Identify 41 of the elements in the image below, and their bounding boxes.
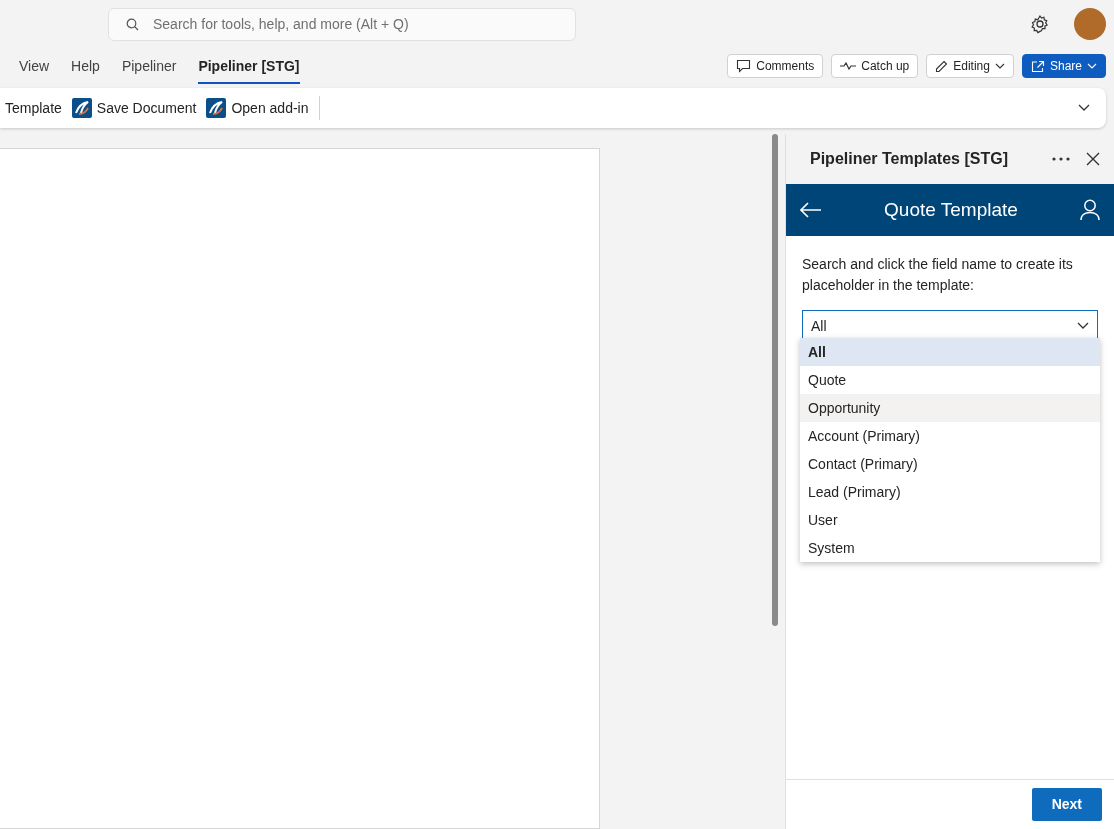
pane-header-title: Quote Template [884, 197, 1018, 222]
dropdown-option[interactable]: Lead (Primary) [800, 478, 1100, 506]
pane-title: Pipeliner Templates [STG] [810, 149, 1008, 169]
ribbon-tab[interactable]: Help [60, 51, 111, 81]
share-icon [1030, 59, 1045, 73]
editing-button[interactable]: Editing [926, 54, 1014, 78]
logo-icon [71, 98, 92, 118]
avatar-placeholder[interactable] [1074, 8, 1106, 40]
ribbon-button[interactable]: Template [0, 97, 67, 119]
dropdown-option[interactable]: Quote [800, 366, 1100, 394]
pulse-icon [840, 62, 857, 70]
dropdown-option[interactable]: Opportunity [800, 394, 1100, 422]
dropdown-option[interactable]: User [800, 506, 1100, 534]
back-arrow-icon[interactable] [800, 202, 822, 218]
next-button[interactable]: Next [1031, 788, 1102, 821]
instruction-text: Search and click the field name to create its placeholder in the template: [802, 255, 1074, 295]
more-icon[interactable] [1052, 157, 1070, 161]
logo-icon [206, 98, 227, 118]
dropdown-option[interactable]: System [800, 534, 1100, 562]
pencil-icon [935, 59, 949, 73]
comments-button[interactable]: Comments [727, 54, 824, 78]
dropdown-option[interactable]: All [800, 338, 1100, 366]
comment-icon [736, 59, 752, 73]
chevron-down-icon [994, 63, 1005, 69]
ribbon-tab[interactable]: View [8, 51, 61, 81]
chevron-down-icon[interactable] [1078, 104, 1090, 112]
ribbon-tab[interactable]: Pipeliner [110, 51, 188, 81]
close-icon[interactable] [1086, 152, 1100, 166]
ribbon-tab[interactable]: Pipeliner [STG] [187, 51, 311, 81]
chevron-down-icon [1087, 63, 1097, 69]
ribbon-button[interactable]: Save Document [66, 97, 202, 119]
chevron-down-icon [1077, 322, 1089, 330]
scrollbar-thumb[interactable] [772, 134, 778, 626]
catchup-button[interactable]: Catch up [831, 54, 919, 78]
user-icon[interactable] [1080, 199, 1100, 221]
ribbon-button[interactable]: Open add-in [201, 97, 314, 119]
share-button[interactable]: Share [1021, 54, 1106, 78]
dropdown-option[interactable]: Contact (Primary) [800, 450, 1100, 478]
settings-icon[interactable] [1030, 14, 1050, 34]
dropdown-option[interactable]: Account (Primary) [800, 422, 1100, 450]
search-field[interactable]: Search for tools, help, and more (Alt + Q) [108, 7, 576, 41]
